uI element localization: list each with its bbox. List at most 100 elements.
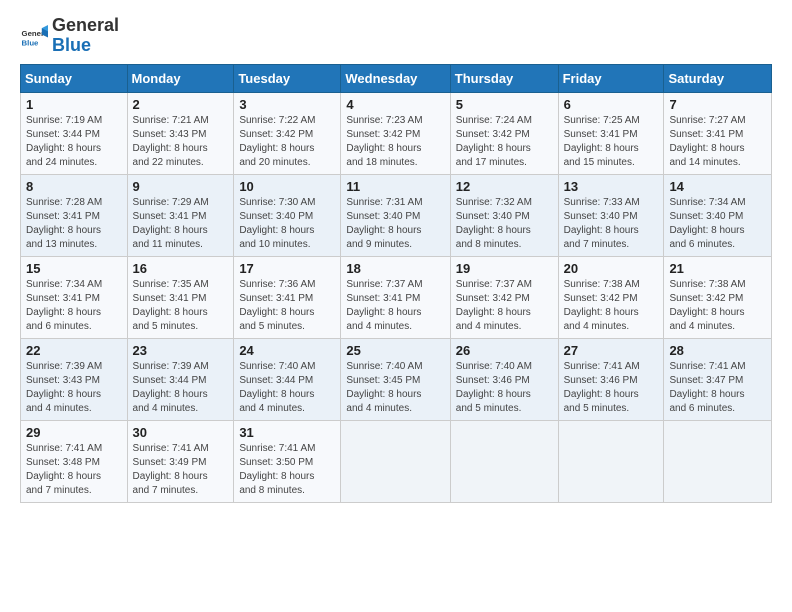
day-info: Sunrise: 7:21 AMSunset: 3:43 PMDaylight:… <box>133 114 229 170</box>
logo: General Blue General Blue <box>20 16 119 56</box>
day-number: 21 <box>669 261 766 276</box>
day-info: Sunrise: 7:41 AMSunset: 3:47 PMDaylight:… <box>669 360 766 416</box>
page-header: General Blue General Blue <box>20 16 772 56</box>
day-info: Sunrise: 7:40 AMSunset: 3:44 PMDaylight:… <box>239 360 335 416</box>
calendar-week-row: 29Sunrise: 7:41 AMSunset: 3:48 PMDayligh… <box>21 420 772 502</box>
day-info: Sunrise: 7:30 AMSunset: 3:40 PMDaylight:… <box>239 196 335 252</box>
calendar-week-row: 1 Sunrise: 7:19 AMSunset: 3:44 PMDaylight… <box>21 92 772 174</box>
calendar-cell: 9 Sunrise: 7:29 AMSunset: 3:41 PMDaylight… <box>127 174 234 256</box>
day-info: Sunrise: 7:24 AMSunset: 3:42 PMDaylight:… <box>456 114 553 170</box>
day-number: 24 <box>239 343 335 358</box>
day-info: Sunrise: 7:40 AMSunset: 3:45 PMDaylight:… <box>346 360 444 416</box>
day-info: Sunrise: 7:27 AMSunset: 3:41 PMDaylight:… <box>669 114 766 170</box>
weekday-header-friday: Friday <box>558 64 664 92</box>
calendar-cell: 10Sunrise: 7:30 AMSunset: 3:40 PMDayligh… <box>234 174 341 256</box>
day-info: Sunrise: 7:38 AMSunset: 3:42 PMDaylight:… <box>564 278 659 334</box>
calendar-week-row: 22 Sunrise: 7:39 AMSunset: 3:43 PMDayligh… <box>21 338 772 420</box>
day-info: Sunrise: 7:41 AMSunset: 3:48 PMDaylight:… <box>26 442 122 498</box>
calendar-cell: 1 Sunrise: 7:19 AMSunset: 3:44 PMDaylight… <box>21 92 128 174</box>
calendar-cell: 29Sunrise: 7:41 AMSunset: 3:48 PMDayligh… <box>21 420 128 502</box>
logo-icon: General Blue <box>20 22 48 50</box>
day-number: 1 <box>26 97 122 112</box>
calendar-cell <box>558 420 664 502</box>
calendar-cell: 23Sunrise: 7:39 AMSunset: 3:44 PMDayligh… <box>127 338 234 420</box>
calendar-cell: 28 Sunrise: 7:41 AMSunset: 3:47 PMDayligh… <box>664 338 772 420</box>
day-info: Sunrise: 7:19 AMSunset: 3:44 PMDaylight:… <box>26 114 122 170</box>
calendar-cell: 6Sunrise: 7:25 AMSunset: 3:41 PMDaylight… <box>558 92 664 174</box>
day-number: 15 <box>26 261 122 276</box>
calendar-cell: 12 Sunrise: 7:32 AMSunset: 3:40 PMDayligh… <box>450 174 558 256</box>
day-info: Sunrise: 7:34 AMSunset: 3:40 PMDaylight:… <box>669 196 766 252</box>
weekday-header-wednesday: Wednesday <box>341 64 450 92</box>
day-number: 30 <box>133 425 229 440</box>
day-number: 23 <box>133 343 229 358</box>
weekday-header-monday: Monday <box>127 64 234 92</box>
calendar-cell <box>341 420 450 502</box>
calendar-cell: 25Sunrise: 7:40 AMSunset: 3:45 PMDayligh… <box>341 338 450 420</box>
day-number: 9 <box>133 179 229 194</box>
day-info: Sunrise: 7:41 AMSunset: 3:46 PMDaylight:… <box>564 360 659 416</box>
calendar-cell <box>664 420 772 502</box>
day-number: 31 <box>239 425 335 440</box>
day-info: Sunrise: 7:28 AMSunset: 3:41 PMDaylight:… <box>26 196 122 252</box>
day-info: Sunrise: 7:41 AMSunset: 3:50 PMDaylight:… <box>239 442 335 498</box>
calendar-cell: 13Sunrise: 7:33 AMSunset: 3:40 PMDayligh… <box>558 174 664 256</box>
calendar-cell: 26 Sunrise: 7:40 AMSunset: 3:46 PMDayligh… <box>450 338 558 420</box>
day-number: 20 <box>564 261 659 276</box>
calendar-cell: 30Sunrise: 7:41 AMSunset: 3:49 PMDayligh… <box>127 420 234 502</box>
day-info: Sunrise: 7:36 AMSunset: 3:41 PMDaylight:… <box>239 278 335 334</box>
day-info: Sunrise: 7:23 AMSunset: 3:42 PMDaylight:… <box>346 114 444 170</box>
calendar-cell: 17 Sunrise: 7:36 AMSunset: 3:41 PMDayligh… <box>234 256 341 338</box>
day-info: Sunrise: 7:22 AMSunset: 3:42 PMDaylight:… <box>239 114 335 170</box>
day-number: 19 <box>456 261 553 276</box>
calendar-cell: 8 Sunrise: 7:28 AMSunset: 3:41 PMDaylight… <box>21 174 128 256</box>
day-number: 16 <box>133 261 229 276</box>
weekday-header-thursday: Thursday <box>450 64 558 92</box>
day-number: 5 <box>456 97 553 112</box>
calendar-cell: 21 Sunrise: 7:38 AMSunset: 3:42 PMDayligh… <box>664 256 772 338</box>
calendar-cell: 15 Sunrise: 7:34 AMSunset: 3:41 PMDayligh… <box>21 256 128 338</box>
day-number: 22 <box>26 343 122 358</box>
calendar-cell: 2 Sunrise: 7:21 AMSunset: 3:43 PMDaylight… <box>127 92 234 174</box>
calendar-cell: 22 Sunrise: 7:39 AMSunset: 3:43 PMDayligh… <box>21 338 128 420</box>
weekday-header-tuesday: Tuesday <box>234 64 341 92</box>
calendar-week-row: 8 Sunrise: 7:28 AMSunset: 3:41 PMDaylight… <box>21 174 772 256</box>
day-number: 4 <box>346 97 444 112</box>
day-number: 14 <box>669 179 766 194</box>
day-number: 26 <box>456 343 553 358</box>
calendar-cell: 27 Sunrise: 7:41 AMSunset: 3:46 PMDayligh… <box>558 338 664 420</box>
calendar-cell <box>450 420 558 502</box>
calendar-cell: 7 Sunrise: 7:27 AMSunset: 3:41 PMDaylight… <box>664 92 772 174</box>
day-info: Sunrise: 7:32 AMSunset: 3:40 PMDaylight:… <box>456 196 553 252</box>
weekday-header-saturday: Saturday <box>664 64 772 92</box>
day-number: 17 <box>239 261 335 276</box>
day-info: Sunrise: 7:37 AMSunset: 3:42 PMDaylight:… <box>456 278 553 334</box>
day-number: 12 <box>456 179 553 194</box>
day-number: 3 <box>239 97 335 112</box>
day-number: 28 <box>669 343 766 358</box>
day-number: 2 <box>133 97 229 112</box>
day-info: Sunrise: 7:34 AMSunset: 3:41 PMDaylight:… <box>26 278 122 334</box>
day-info: Sunrise: 7:38 AMSunset: 3:42 PMDaylight:… <box>669 278 766 334</box>
calendar-week-row: 15 Sunrise: 7:34 AMSunset: 3:41 PMDayligh… <box>21 256 772 338</box>
day-number: 27 <box>564 343 659 358</box>
day-info: Sunrise: 7:31 AMSunset: 3:40 PMDaylight:… <box>346 196 444 252</box>
calendar-cell: 19 Sunrise: 7:37 AMSunset: 3:42 PMDayligh… <box>450 256 558 338</box>
calendar-cell: 18 Sunrise: 7:37 AMSunset: 3:41 PMDayligh… <box>341 256 450 338</box>
calendar-cell: 3 Sunrise: 7:22 AMSunset: 3:42 PMDaylight… <box>234 92 341 174</box>
calendar-cell: 11Sunrise: 7:31 AMSunset: 3:40 PMDayligh… <box>341 174 450 256</box>
calendar-cell: 14 Sunrise: 7:34 AMSunset: 3:40 PMDayligh… <box>664 174 772 256</box>
calendar-cell: 16 Sunrise: 7:35 AMSunset: 3:41 PMDayligh… <box>127 256 234 338</box>
day-info: Sunrise: 7:37 AMSunset: 3:41 PMDaylight:… <box>346 278 444 334</box>
day-number: 7 <box>669 97 766 112</box>
day-info: Sunrise: 7:39 AMSunset: 3:43 PMDaylight:… <box>26 360 122 416</box>
day-number: 8 <box>26 179 122 194</box>
day-info: Sunrise: 7:29 AMSunset: 3:41 PMDaylight:… <box>133 196 229 252</box>
calendar-cell: 4 Sunrise: 7:23 AMSunset: 3:42 PMDaylight… <box>341 92 450 174</box>
day-info: Sunrise: 7:35 AMSunset: 3:41 PMDaylight:… <box>133 278 229 334</box>
day-info: Sunrise: 7:40 AMSunset: 3:46 PMDaylight:… <box>456 360 553 416</box>
calendar-cell: 5 Sunrise: 7:24 AMSunset: 3:42 PMDaylight… <box>450 92 558 174</box>
svg-text:Blue: Blue <box>22 38 40 47</box>
calendar-header-row: SundayMondayTuesdayWednesdayThursdayFrid… <box>21 64 772 92</box>
day-number: 18 <box>346 261 444 276</box>
